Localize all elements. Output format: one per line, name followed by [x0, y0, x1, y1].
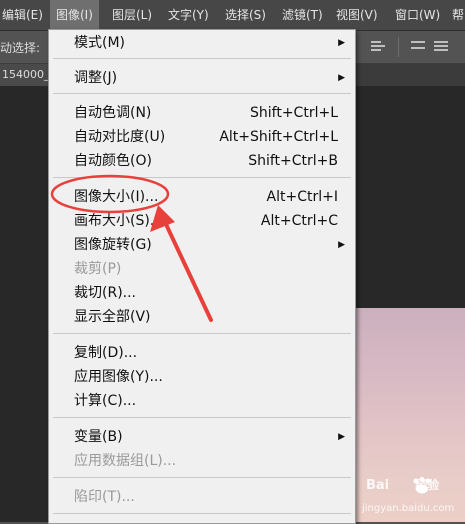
distribute-center-icon[interactable] — [433, 39, 449, 53]
submenu-arrow-icon: ▶ — [338, 73, 345, 83]
menu-separator — [53, 513, 351, 514]
menu-select[interactable]: 选择(S) — [223, 0, 268, 30]
baidu-paw-icon — [413, 477, 431, 494]
menu-help[interactable]: 帮 — [450, 0, 465, 30]
menu-image[interactable]: 图像(I) — [50, 0, 99, 30]
image-menu-dropdown: 模式(M) ▶ 调整(J) ▶ 自动色调(N) Shift+Ctrl+L 自动对比度(… — [48, 29, 356, 524]
menu-edit[interactable]: 编辑(E) — [0, 0, 45, 30]
menu-bar: 编辑(E) 图像(I) 图层(L) 文字(Y) 选择(S) 滤镜(T) 视图(V… — [0, 0, 465, 31]
menu-item-duplicate[interactable]: 复制(D)... — [49, 341, 355, 365]
menu-item-trim[interactable]: 裁切(R)... — [49, 281, 355, 305]
menu-item-calculations[interactable]: 计算(C)... — [49, 389, 355, 413]
menu-item-reveal-all[interactable]: 显示全部(V) — [49, 305, 355, 329]
menu-layer[interactable]: 图层(L) — [110, 0, 154, 30]
watermark-url: jingyan.baidu.com — [362, 503, 455, 514]
submenu-arrow-icon: ▶ — [338, 38, 345, 48]
menu-separator — [53, 93, 351, 94]
menu-window[interactable]: 窗口(W) — [393, 0, 442, 30]
menu-item-auto-contrast[interactable]: 自动对比度(U) Alt+Shift+Ctrl+L — [49, 125, 355, 149]
toolbar-divider — [398, 37, 399, 57]
menu-view[interactable]: 视图(V) — [334, 0, 380, 30]
menu-item-apply-data-set: 应用数据组(L)... — [74, 453, 177, 469]
menu-item-image-rotation[interactable]: 图像旋转(G) ▶ — [49, 233, 355, 257]
menu-item-image-size[interactable]: 图像大小(I)... Alt+Ctrl+I — [49, 185, 355, 209]
submenu-arrow-icon: ▶ — [338, 240, 345, 250]
menu-separator — [53, 477, 351, 478]
menu-item-auto-color[interactable]: 自动颜色(O) Shift+Ctrl+B — [49, 149, 355, 173]
menu-separator — [53, 417, 351, 418]
menu-filter[interactable]: 滤镜(T) — [280, 0, 325, 30]
menu-item-auto-tone[interactable]: 自动色调(N) Shift+Ctrl+L — [49, 101, 355, 125]
menu-item-variables[interactable]: 变量(B) ▶ — [49, 425, 355, 449]
menu-separator — [53, 58, 351, 59]
submenu-arrow-icon: ▶ — [338, 432, 345, 442]
distribute-top-icon[interactable] — [410, 39, 426, 53]
menu-separator — [53, 177, 351, 178]
menu-item-trap: 陷印(T)... — [74, 489, 135, 505]
align-icon[interactable] — [370, 39, 386, 53]
auto-select-label: 动选择: — [0, 41, 41, 55]
menu-item-canvas-size[interactable]: 画布大小(S)... Alt+Ctrl+C — [49, 209, 355, 233]
menu-item-apply-image[interactable]: 应用图像(Y)... — [49, 365, 355, 389]
menu-item-crop: 裁剪(P) — [74, 261, 122, 277]
menu-item-mode[interactable]: 模式(M) ▶ — [49, 31, 355, 55]
menu-type[interactable]: 文字(Y) — [166, 0, 211, 30]
menu-item-adjustments[interactable]: 调整(J) ▶ — [49, 66, 355, 90]
menu-separator — [53, 333, 351, 334]
